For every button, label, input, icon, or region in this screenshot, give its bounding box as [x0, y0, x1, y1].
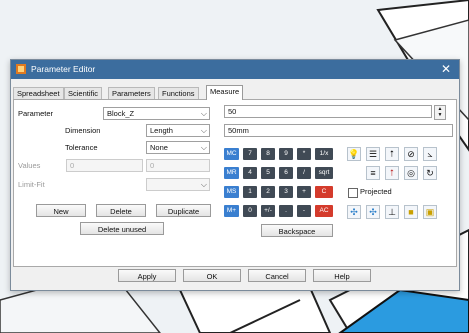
new-button[interactable]: New: [36, 204, 86, 217]
volume-icon[interactable]: ▣: [423, 205, 437, 219]
key-decimal[interactable]: .: [279, 205, 293, 217]
dialog-title: Parameter Editor: [31, 64, 96, 74]
result-field: 50mm: [224, 124, 453, 137]
key-9[interactable]: 9: [279, 148, 293, 160]
circle-icon[interactable]: ◎: [404, 166, 418, 180]
vertical-arrow-icon[interactable]: ⭡: [385, 147, 399, 161]
lightbulb-icon[interactable]: 💡: [347, 147, 361, 161]
key-mr[interactable]: MR: [224, 167, 239, 179]
title-bar: Parameter Editor ✕: [11, 60, 459, 79]
key-divide[interactable]: /: [297, 167, 311, 179]
key-3[interactable]: 3: [279, 186, 293, 198]
key-1[interactable]: 1: [243, 186, 257, 198]
delete-unused-button[interactable]: Delete unused: [80, 222, 164, 235]
key-multiply[interactable]: *: [297, 148, 311, 160]
key-7[interactable]: 7: [243, 148, 257, 160]
key-6[interactable]: 6: [279, 167, 293, 179]
cancel-button[interactable]: Cancel: [248, 269, 306, 282]
backspace-button[interactable]: Backspace: [261, 224, 333, 237]
key-5[interactable]: 5: [261, 167, 275, 179]
chevron-down-icon: ⌵: [200, 109, 207, 118]
key-ms[interactable]: MS: [224, 186, 239, 198]
key-2[interactable]: 2: [261, 186, 275, 198]
key-0[interactable]: 0: [243, 205, 257, 217]
delete-button[interactable]: Delete: [96, 204, 146, 217]
tolerance-value: None: [150, 143, 168, 152]
key-clear[interactable]: C: [315, 186, 333, 198]
radius-circle-icon[interactable]: ↻: [423, 166, 437, 180]
values-min-field[interactable]: 0: [66, 159, 143, 172]
values-label: Values: [18, 161, 41, 170]
angle-circle-icon[interactable]: ⊘: [404, 147, 418, 161]
key-mc[interactable]: MC: [224, 148, 239, 160]
key-8[interactable]: 8: [261, 148, 275, 160]
chevron-down-icon: ⌵: [200, 143, 207, 152]
cross-arrows-icon[interactable]: ✣: [347, 205, 361, 219]
parameter-editor-dialog: Parameter Editor ✕ Spreadsheet Scientifi…: [10, 59, 460, 291]
dimension-value: Length: [150, 126, 173, 135]
apply-button[interactable]: Apply: [118, 269, 176, 282]
horizontal-measure-icon[interactable]: ≡: [366, 166, 380, 180]
parameter-label: Parameter: [18, 109, 54, 118]
dimension-label: Dimension: [65, 126, 101, 135]
parameter-value: Block_Z: [107, 109, 135, 118]
tolerance-select[interactable]: None ⌵: [146, 141, 210, 154]
solid-icon[interactable]: ■: [404, 205, 418, 219]
measure-panel: Parameter Block_Z ⌵ Dimension Length ⌵ T…: [13, 99, 457, 267]
ok-button[interactable]: OK: [183, 269, 241, 282]
limit-fit-label: Limit-Fit: [18, 180, 45, 189]
chevron-down-icon: ⌵: [200, 180, 207, 189]
chevron-down-icon: ⌵: [200, 126, 207, 135]
key-all-clear[interactable]: AC: [315, 205, 333, 217]
key-sqrt[interactable]: sqrt: [315, 167, 333, 179]
parameter-select[interactable]: Block_Z ⌵: [103, 107, 210, 120]
tab-measure[interactable]: Measure: [206, 85, 244, 100]
projected-label: Projected: [360, 187, 392, 196]
thickness-icon[interactable]: ⊥: [385, 205, 399, 219]
dimension-select[interactable]: Length ⌵: [146, 124, 210, 137]
key-plus[interactable]: +: [297, 186, 311, 198]
expression-input[interactable]: 50: [224, 105, 432, 118]
key-plus-minus[interactable]: +/-: [261, 205, 275, 217]
key-minus[interactable]: -: [297, 205, 311, 217]
close-icon[interactable]: ✕: [441, 62, 451, 76]
app-icon: [16, 64, 26, 74]
duplicate-button[interactable]: Duplicate: [156, 204, 211, 217]
key-m-plus[interactable]: M+: [224, 205, 239, 217]
key-reciprocal[interactable]: 1/x: [315, 148, 333, 160]
help-button[interactable]: Help: [313, 269, 371, 282]
red-arrow-icon[interactable]: ⭡: [385, 166, 399, 180]
projected-checkbox[interactable]: [348, 188, 358, 198]
values-max-field[interactable]: 0: [146, 159, 210, 172]
limit-fit-select[interactable]: ⌵: [146, 178, 210, 191]
tolerance-label: Tolerance: [65, 143, 98, 152]
cross-arrows-2-icon[interactable]: ✣: [366, 205, 380, 219]
key-4[interactable]: 4: [243, 167, 257, 179]
parallel-lines-icon[interactable]: ☰: [366, 147, 380, 161]
angle-icon[interactable]: ⦣: [423, 147, 437, 161]
expression-spinner[interactable]: ▲ ▼: [434, 105, 446, 120]
